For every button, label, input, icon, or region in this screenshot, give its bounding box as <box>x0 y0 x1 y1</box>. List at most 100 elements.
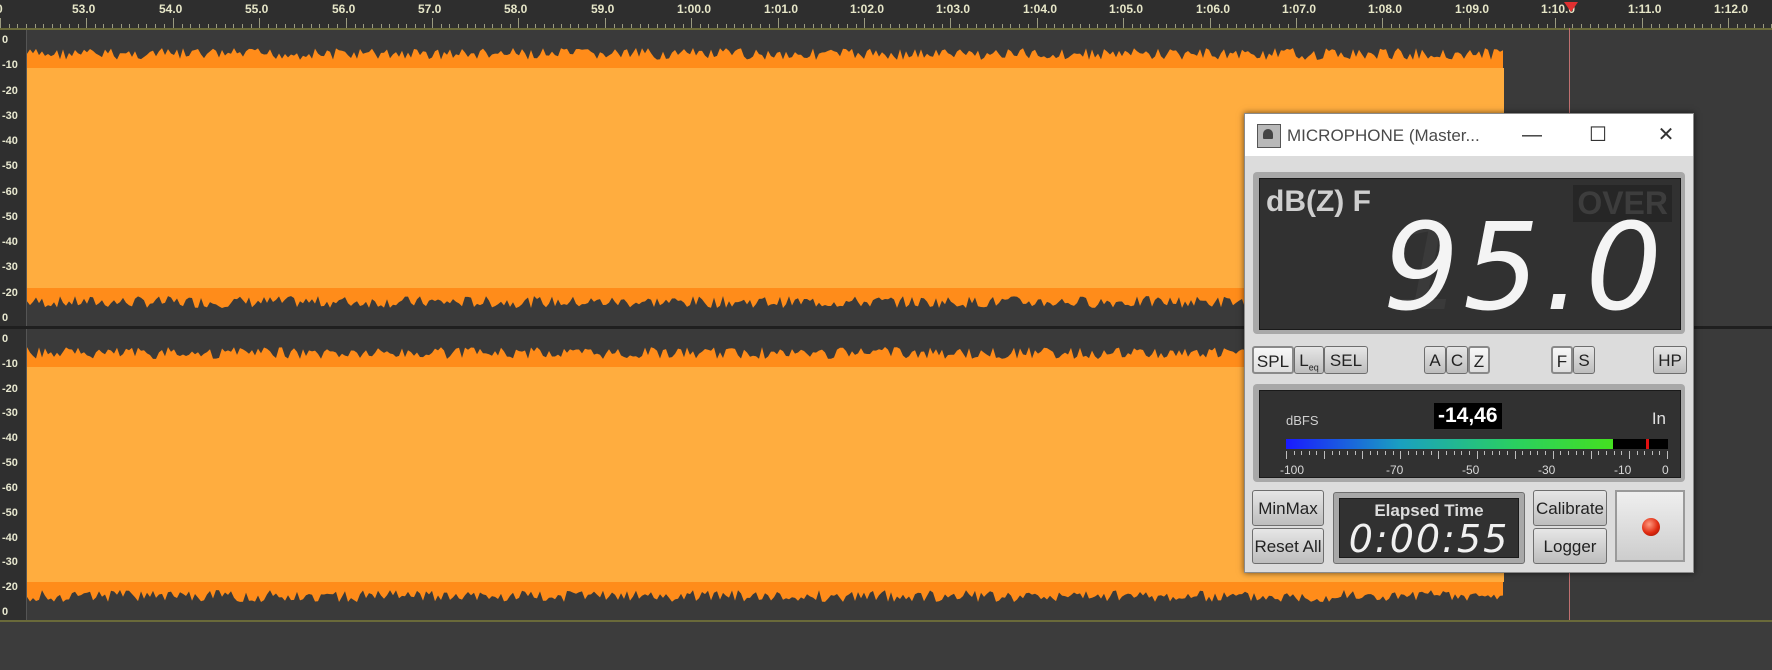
ruler-tick <box>449 24 450 28</box>
ruler-tick <box>432 18 433 28</box>
minimize-icon[interactable]: — <box>1507 120 1557 150</box>
ruler-tick <box>276 24 277 28</box>
ruler-tick <box>1581 24 1582 28</box>
amplitude-scale-label: -30 <box>2 556 18 568</box>
ruler-tick <box>138 24 139 28</box>
ruler-tick-label: 1:01.0 <box>764 2 799 16</box>
ruler-tick <box>268 24 269 28</box>
ruler-tick <box>1495 24 1496 28</box>
ruler-tick <box>856 24 857 28</box>
ruler-tick <box>1564 24 1565 28</box>
a-weighting-button[interactable]: A <box>1424 346 1446 374</box>
ruler-tick <box>924 24 925 28</box>
ruler-tick <box>1737 24 1738 28</box>
ruler-tick <box>544 24 545 28</box>
ruler-tick <box>1460 24 1461 28</box>
z-weighting-button[interactable]: Z <box>1468 346 1490 374</box>
ruler-tick <box>708 24 709 28</box>
ruler-tick <box>17 24 18 28</box>
ruler-tick <box>129 24 130 28</box>
ruler-tick <box>1296 18 1297 28</box>
ruler-tick <box>1183 24 1184 28</box>
dbfs-meter: dBFS -14,46 In -100 -70 -50 -30 -10 0 <box>1253 384 1685 482</box>
hp-button[interactable]: HP <box>1653 346 1687 374</box>
amplitude-scale-label: 0 <box>2 333 9 345</box>
minmax-button[interactable]: MinMax <box>1252 490 1324 526</box>
calibrate-button[interactable]: Calibrate <box>1533 490 1607 526</box>
reset-all-button[interactable]: Reset All <box>1252 528 1324 564</box>
ruler-tick <box>648 24 649 28</box>
window-titlebar[interactable]: MICROPHONE (Master... — ☐ ✕ <box>1245 114 1693 156</box>
ruler-tick <box>1728 18 1729 28</box>
ruler-tick <box>976 24 977 28</box>
ruler-tick <box>1521 24 1522 28</box>
sound-level-meter-window[interactable]: MICROPHONE (Master... — ☐ ✕ dB(Z) F OVER… <box>1244 113 1694 573</box>
ruler-tick <box>1754 24 1755 28</box>
maximize-icon[interactable]: ☐ <box>1573 120 1623 150</box>
logger-button[interactable]: Logger <box>1533 528 1607 564</box>
ruler-tick <box>1745 24 1746 28</box>
ruler-tick <box>1331 24 1332 28</box>
amplitude-scale-label: -20 <box>2 581 18 593</box>
ruler-tick <box>1763 24 1764 28</box>
ruler-tick <box>294 24 295 28</box>
playhead-marker[interactable] <box>1564 2 1578 12</box>
ruler-tick <box>1356 24 1357 28</box>
ruler-tick <box>182 24 183 28</box>
ruler-tick <box>1270 24 1271 28</box>
ruler-tick <box>1097 24 1098 28</box>
ruler-tick-label: 1:07.0 <box>1282 2 1317 16</box>
empty-track-area[interactable] <box>0 620 1772 670</box>
ruler-tick <box>1615 24 1616 28</box>
ruler-tick-label: 0 <box>0 2 3 16</box>
amplitude-scale-label: -30 <box>2 407 18 419</box>
amplitude-scale-label: -10 <box>2 59 18 71</box>
ruler-tick <box>86 18 87 28</box>
record-button[interactable] <box>1615 490 1685 562</box>
ruler-tick <box>492 24 493 28</box>
slow-button[interactable]: S <box>1573 346 1595 374</box>
amplitude-scale-label: -30 <box>2 110 18 122</box>
fast-button[interactable]: F <box>1551 346 1573 374</box>
level-bar <box>1286 439 1668 449</box>
ruler-tick <box>1651 24 1652 28</box>
amplitude-scale-label: -30 <box>2 261 18 273</box>
ruler-tick-label: 1:05.0 <box>1109 2 1144 16</box>
amplitude-scale: 0 -10 -20 -30 -40 -50 -60 -50 -40 -30 -20 0 <box>0 329 27 620</box>
ruler-tick <box>993 24 994 28</box>
ruler-tick <box>1227 24 1228 28</box>
ruler-tick <box>881 24 882 28</box>
ruler-tick <box>1123 18 1124 28</box>
ruler-tick <box>674 24 675 28</box>
ruler-tick <box>1711 24 1712 28</box>
close-icon[interactable]: ✕ <box>1641 120 1691 150</box>
c-weighting-button[interactable]: C <box>1446 346 1468 374</box>
ruler-tick <box>751 24 752 28</box>
ruler-tick <box>1399 24 1400 28</box>
ruler-tick <box>328 24 329 28</box>
amplitude-scale-label: 0 <box>2 312 9 324</box>
ruler-tick-label: 1:09.0 <box>1455 2 1490 16</box>
amplitude-scale-label: -50 <box>2 507 18 519</box>
timeline-ruler[interactable]: 0 53.0 54.0 55.0 56.0 57.0 58.0 59.0 1:00.0 1:01.… <box>0 0 1772 30</box>
ruler-tick <box>1538 24 1539 28</box>
sel-button[interactable]: SEL <box>1324 346 1368 374</box>
spl-button[interactable]: SPL <box>1252 346 1294 374</box>
ruler-tick <box>225 24 226 28</box>
ruler-tick <box>527 24 528 28</box>
ruler-tick <box>605 18 606 28</box>
leq-button[interactable]: Leq <box>1294 346 1324 374</box>
ruler-tick <box>1451 24 1452 28</box>
ruler-tick <box>1720 24 1721 28</box>
ruler-tick <box>69 24 70 28</box>
ruler-tick <box>1245 24 1246 28</box>
ruler-tick <box>1547 24 1548 28</box>
amplitude-scale-label: -40 <box>2 432 18 444</box>
ruler-tick <box>1072 24 1073 28</box>
ruler-tick <box>121 24 122 28</box>
ruler-tick <box>769 24 770 28</box>
ruler-tick <box>1192 24 1193 28</box>
amplitude-scale-label: 0 <box>2 606 9 618</box>
ruler-tick <box>821 24 822 28</box>
ruler-tick-label: 58.0 <box>504 2 528 16</box>
